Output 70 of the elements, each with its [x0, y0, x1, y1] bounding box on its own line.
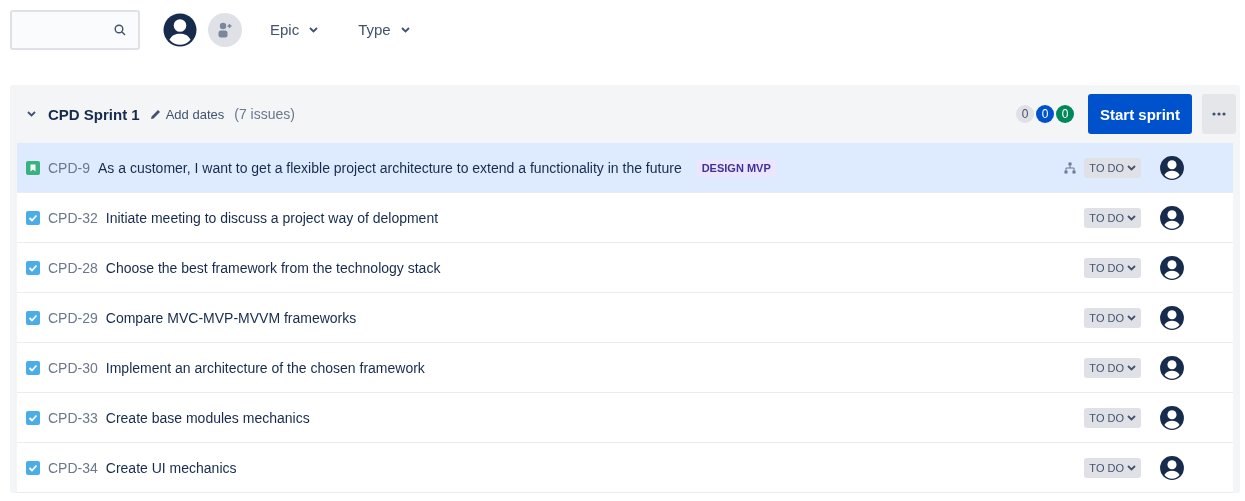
issue-key[interactable]: CPD-34 — [48, 459, 98, 476]
avatar-icon[interactable] — [162, 11, 198, 48]
add-dates-link[interactable]: Add dates — [149, 106, 225, 122]
epic-label: DESIGN MVP — [695, 158, 777, 177]
count-badge: 0 — [1016, 105, 1034, 123]
add-person-button[interactable] — [208, 12, 242, 47]
add-person-icon — [216, 20, 234, 39]
issue-row[interactable]: CPD-29 Compare MVC-MVP-MVVM frameworks TO DO — [17, 293, 1233, 343]
pencil-icon — [149, 108, 161, 120]
issue-key[interactable]: CPD-30 — [48, 359, 98, 376]
count-badge: 0 — [1036, 105, 1054, 123]
avatar-icon[interactable] — [1159, 304, 1185, 331]
filter-dropdown[interactable]: Type — [346, 15, 422, 44]
chevron-down-icon — [1127, 364, 1136, 371]
status-dropdown[interactable]: TO DO — [1084, 357, 1141, 378]
bookmark-icon — [26, 160, 40, 175]
chevron-down-icon — [400, 26, 410, 33]
chevron-down-icon — [1127, 464, 1136, 471]
status-dropdown[interactable]: TO DO — [1084, 257, 1141, 278]
chevron-down-icon — [1127, 164, 1136, 171]
issue-row[interactable]: CPD-33 Create base modules mechanics TO DO — [17, 393, 1233, 443]
avatar-icon[interactable] — [1159, 354, 1185, 381]
checkbox-icon — [26, 360, 40, 375]
status-dropdown[interactable]: TO DO — [1084, 457, 1141, 478]
issue-row[interactable]: CPD-30 Implement an architecture of the chosen framework TO DO — [17, 343, 1233, 393]
issue-summary: Create UI mechanics — [105, 459, 237, 476]
avatar-icon[interactable] — [1159, 454, 1185, 481]
issue-row[interactable]: CPD-32 Initiate meeting to discuss a project way of delopment TO DO — [17, 193, 1233, 243]
chevron-down-icon — [1127, 414, 1136, 421]
issue-row[interactable]: CPD-34 Create UI mechanics TO DO — [17, 443, 1233, 493]
start-sprint-button[interactable]: Start sprint — [1088, 94, 1192, 134]
issue-key[interactable]: CPD-29 — [48, 309, 98, 326]
count-badge: 0 — [1056, 105, 1074, 123]
avatar-icon[interactable] — [1159, 204, 1185, 231]
issue-summary: Compare MVC-MVP-MVVM frameworks — [105, 309, 357, 326]
avatar-icon[interactable] — [1159, 154, 1185, 181]
issue-row[interactable]: CPD-28 Choose the best framework from the technology stack TO DO — [17, 243, 1233, 293]
issue-key[interactable]: CPD-9 — [48, 159, 90, 176]
issue-summary: Implement an architecture of the chosen framework — [105, 359, 425, 376]
issue-key[interactable]: CPD-32 — [48, 209, 98, 226]
status-dropdown[interactable]: TO DO — [1084, 407, 1141, 428]
filter-dropdown[interactable]: Epic — [258, 15, 331, 44]
search-field[interactable] — [10, 9, 140, 50]
more-icon — [1212, 112, 1226, 116]
checkbox-icon — [26, 260, 40, 275]
status-dropdown[interactable]: TO DO — [1084, 157, 1141, 178]
issue-count: (7 issues) — [234, 106, 295, 122]
avatar-icon[interactable] — [1159, 254, 1185, 281]
avatar-icon[interactable] — [1159, 404, 1185, 431]
issue-summary: Create base modules mechanics — [105, 409, 310, 426]
checkbox-icon — [26, 410, 40, 425]
chevron-down-icon — [1127, 214, 1136, 221]
collapse-toggle[interactable] — [25, 109, 38, 119]
checkbox-icon — [26, 460, 40, 475]
issue-key[interactable]: CPD-28 — [48, 259, 98, 276]
chevron-down-icon — [309, 26, 319, 33]
status-dropdown[interactable]: TO DO — [1084, 307, 1141, 328]
chevron-down-icon — [1127, 264, 1136, 271]
issue-key[interactable]: CPD-33 — [48, 409, 98, 426]
sprint-name: CPD Sprint 1 — [48, 105, 140, 123]
checkbox-icon — [26, 210, 40, 225]
issue-summary: Initiate meeting to discuss a project way of delopment — [105, 209, 439, 226]
chevron-down-icon — [1127, 314, 1136, 321]
issue-summary: Choose the best framework from the technology stack — [105, 259, 441, 276]
status-dropdown[interactable]: TO DO — [1084, 207, 1141, 228]
search-icon — [114, 23, 126, 36]
checkbox-icon — [26, 310, 40, 325]
issue-row[interactable]: CPD-9 As a customer, I want to get a flexible project architecture to extend a functionality in the future DESIGN MVP TO DO — [17, 143, 1233, 193]
issue-summary: As a customer, I want to get a flexible project architecture to extend a functionality in the future — [98, 159, 682, 176]
chevron-down-icon — [27, 111, 36, 117]
